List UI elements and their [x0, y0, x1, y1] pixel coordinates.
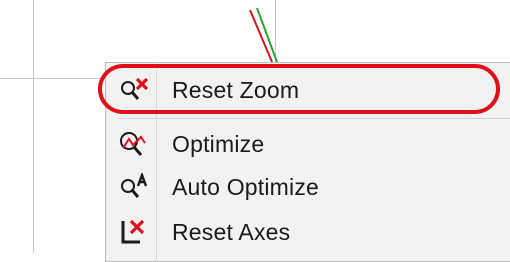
highlight-annotation-ring	[98, 64, 500, 114]
optimize-icon	[118, 128, 158, 160]
reset-axes-icon	[118, 216, 158, 248]
menu-separator	[118, 118, 510, 119]
menu-item-reset-axes[interactable]: Reset Axes	[118, 212, 508, 252]
menu-item-label: Optimize	[172, 130, 265, 157]
menu-item-auto-optimize[interactable]: Auto Optimize	[118, 167, 508, 207]
menu-item-label: Auto Optimize	[172, 173, 320, 200]
menu-item-label: Reset Axes	[172, 218, 291, 245]
menu-item-optimize[interactable]: Optimize	[118, 124, 508, 164]
auto-optimize-icon	[118, 171, 158, 203]
